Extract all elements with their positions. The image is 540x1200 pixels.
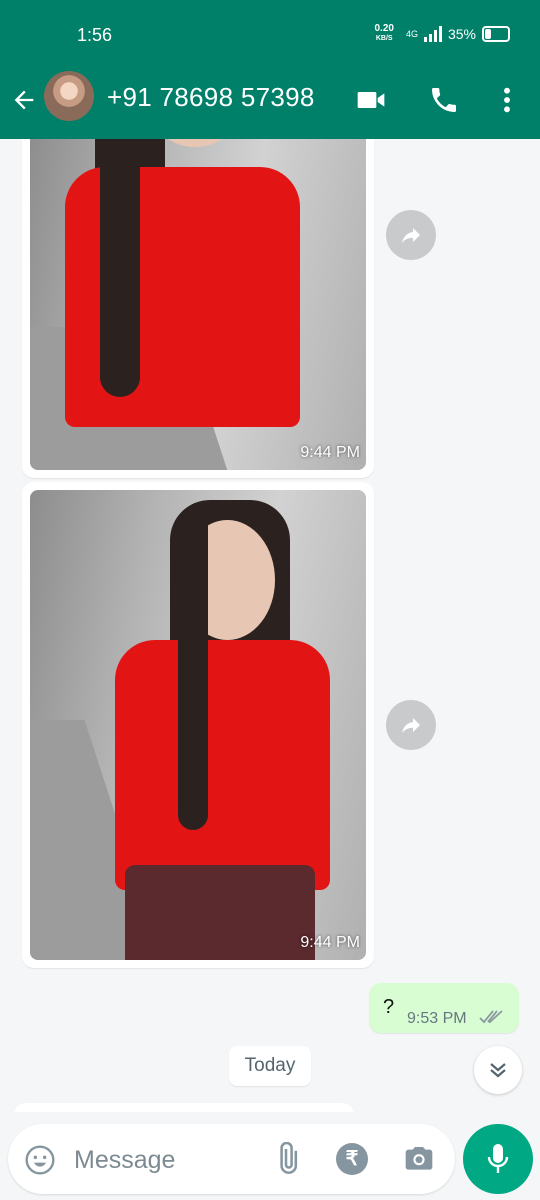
network-speed: 0.20 KB/S [374, 24, 393, 44]
battery-percent: 35% [447, 26, 476, 42]
photo[interactable] [30, 490, 366, 960]
message-input[interactable] [72, 1142, 266, 1178]
photo[interactable] [30, 139, 366, 470]
network-speed-unit: KB/S [375, 35, 393, 42]
message-time: 9:44 PM [300, 444, 360, 461]
outgoing-message[interactable]: ? 9:53 PM [369, 983, 519, 1033]
status-bar: 1:56 0.20 KB/S 4G 35% [0, 0, 540, 70]
avatar[interactable] [44, 71, 94, 121]
forward-button[interactable] [386, 210, 436, 260]
payment-icon[interactable]: ₹ [336, 1143, 368, 1175]
battery-icon [482, 26, 510, 42]
status-indicators: 0.20 KB/S 4G 35% [374, 24, 510, 44]
message-time: 9:44 PM [300, 934, 360, 951]
network-type: 4G [405, 29, 418, 39]
message-time: 9:53 PM [407, 1010, 467, 1027]
back-arrow-icon[interactable] [10, 86, 38, 114]
phone-icon[interactable] [428, 84, 460, 116]
emoji-icon[interactable] [24, 1144, 56, 1176]
mic-icon [487, 1144, 509, 1173]
scroll-to-bottom-button[interactable] [474, 1046, 522, 1094]
image-message[interactable]: 9:44 PM [22, 139, 374, 478]
double-check-icon [479, 1010, 503, 1024]
camera-icon[interactable] [402, 1143, 436, 1175]
forward-icon [402, 718, 420, 733]
date-divider: Today [229, 1046, 311, 1086]
status-time: 1:56 [77, 25, 113, 45]
video-call-icon[interactable] [355, 84, 387, 116]
voice-message-button[interactable] [463, 1124, 533, 1194]
message-composer: ₹ [8, 1124, 455, 1194]
contact-name[interactable]: +91 78698 57398 [107, 82, 315, 113]
network-speed-value: 0.20 [374, 23, 394, 34]
attach-icon[interactable] [270, 1142, 304, 1176]
battery-fill [485, 29, 492, 39]
signal-icon [423, 26, 442, 42]
image-message[interactable]: 9:44 PM [22, 482, 374, 968]
incoming-message[interactable] [14, 1103, 354, 1112]
double-chevron-down-icon [490, 1063, 506, 1078]
more-vert-icon[interactable] [491, 84, 523, 116]
chat-area[interactable]: 9:44 PM 9:44 PM ? 9:53 PM Today [0, 139, 540, 1112]
forward-button[interactable] [386, 700, 436, 750]
message-text: ? [383, 996, 395, 1018]
forward-icon [402, 228, 420, 243]
chat-header: +91 78698 57398 [0, 70, 540, 139]
